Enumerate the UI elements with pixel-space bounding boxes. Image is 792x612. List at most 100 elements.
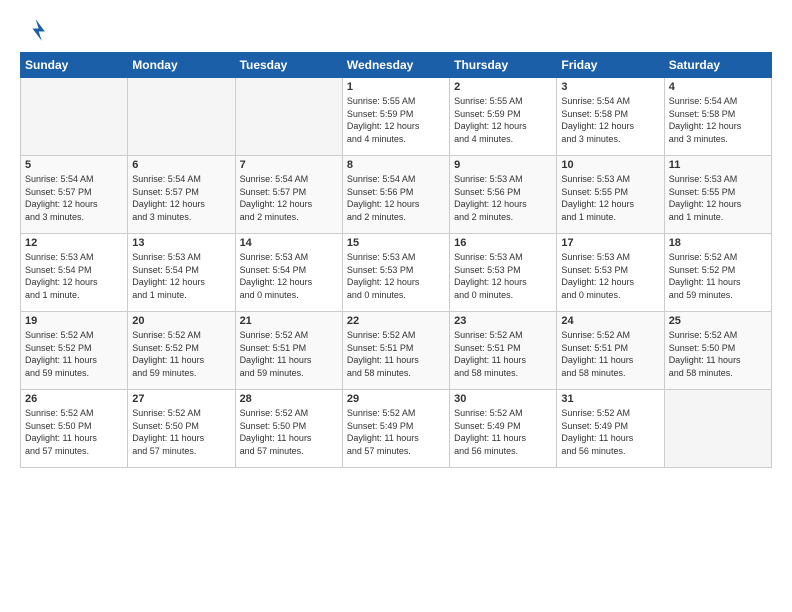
day-info: Sunrise: 5:54 AM Sunset: 5:57 PM Dayligh… — [132, 173, 230, 223]
day-info: Sunrise: 5:52 AM Sunset: 5:52 PM Dayligh… — [669, 251, 767, 301]
calendar-cell: 5 Sunrise: 5:54 AM Sunset: 5:57 PM Daylig… — [21, 156, 128, 234]
day-number: 20 — [132, 315, 230, 327]
day-info: Sunrise: 5:52 AM Sunset: 5:50 PM Dayligh… — [669, 329, 767, 379]
day-info: Sunrise: 5:53 AM Sunset: 5:54 PM Dayligh… — [240, 251, 338, 301]
day-number: 4 — [669, 81, 767, 93]
day-number: 26 — [25, 393, 123, 405]
weekday-header-saturday: Saturday — [664, 53, 771, 78]
day-number: 13 — [132, 237, 230, 249]
day-number: 7 — [240, 159, 338, 171]
day-info: Sunrise: 5:52 AM Sunset: 5:52 PM Dayligh… — [132, 329, 230, 379]
calendar-cell: 22 Sunrise: 5:52 AM Sunset: 5:51 PM Dayli… — [342, 312, 449, 390]
day-info: Sunrise: 5:55 AM Sunset: 5:59 PM Dayligh… — [347, 95, 445, 145]
header — [20, 16, 772, 44]
day-number: 3 — [561, 81, 659, 93]
calendar-cell: 21Sunrise: 5:52 AM Sunset: 5:51 PM Dayli… — [235, 312, 342, 390]
day-info: Sunrise: 5:55 AM Sunset: 5:59 PM Dayligh… — [454, 95, 552, 145]
weekday-header-tuesday: Tuesday — [235, 53, 342, 78]
day-info: Sunrise: 5:53 AM Sunset: 5:54 PM Dayligh… — [132, 251, 230, 301]
calendar-cell — [235, 78, 342, 156]
day-info: Sunrise: 5:53 AM Sunset: 5:53 PM Dayligh… — [347, 251, 445, 301]
calendar-cell: 6 Sunrise: 5:54 AM Sunset: 5:57 PM Daylig… — [128, 156, 235, 234]
day-number: 22 — [347, 315, 445, 327]
calendar-cell: 31 Sunrise: 5:52 AM Sunset: 5:49 PM Dayli… — [557, 390, 664, 468]
day-info: Sunrise: 5:52 AM Sunset: 5:49 PM Dayligh… — [561, 407, 659, 457]
calendar-cell: 20 Sunrise: 5:52 AM Sunset: 5:52 PM Dayli… — [128, 312, 235, 390]
calendar-cell: 1 Sunrise: 5:55 AM Sunset: 5:59 PM Daylig… — [342, 78, 449, 156]
day-info: Sunrise: 5:52 AM Sunset: 5:51 PM Dayligh… — [561, 329, 659, 379]
calendar-cell: 4 Sunrise: 5:54 AM Sunset: 5:58 PM Daylig… — [664, 78, 771, 156]
day-info: Sunrise: 5:52 AM Sunset: 5:49 PM Dayligh… — [347, 407, 445, 457]
day-number: 24 — [561, 315, 659, 327]
weekday-header-row: SundayMondayTuesdayWednesdayThursdayFrid… — [21, 53, 772, 78]
day-number: 12 — [25, 237, 123, 249]
calendar-cell: 26 Sunrise: 5:52 AM Sunset: 5:50 PM Dayli… — [21, 390, 128, 468]
calendar-cell: 18 Sunrise: 5:52 AM Sunset: 5:52 PM Dayli… — [664, 234, 771, 312]
calendar-cell: 17Sunrise: 5:53 AM Sunset: 5:53 PM Dayli… — [557, 234, 664, 312]
week-row-1: 1 Sunrise: 5:55 AM Sunset: 5:59 PM Daylig… — [21, 78, 772, 156]
weekday-header-thursday: Thursday — [450, 53, 557, 78]
week-row-5: 26 Sunrise: 5:52 AM Sunset: 5:50 PM Dayli… — [21, 390, 772, 468]
day-number: 27 — [132, 393, 230, 405]
day-number: 14 — [240, 237, 338, 249]
calendar-cell: 13 Sunrise: 5:53 AM Sunset: 5:54 PM Dayli… — [128, 234, 235, 312]
day-number: 30 — [454, 393, 552, 405]
calendar-cell: 14 Sunrise: 5:53 AM Sunset: 5:54 PM Dayli… — [235, 234, 342, 312]
calendar-cell: 28Sunrise: 5:52 AM Sunset: 5:50 PM Dayli… — [235, 390, 342, 468]
logo — [20, 16, 52, 44]
day-info: Sunrise: 5:53 AM Sunset: 5:53 PM Dayligh… — [454, 251, 552, 301]
day-info: Sunrise: 5:54 AM Sunset: 5:56 PM Dayligh… — [347, 173, 445, 223]
weekday-header-friday: Friday — [557, 53, 664, 78]
calendar-cell: 19 Sunrise: 5:52 AM Sunset: 5:52 PM Dayli… — [21, 312, 128, 390]
day-info: Sunrise: 5:53 AM Sunset: 5:55 PM Dayligh… — [669, 173, 767, 223]
page: SundayMondayTuesdayWednesdayThursdayFrid… — [0, 0, 792, 612]
calendar-cell — [128, 78, 235, 156]
day-number: 2 — [454, 81, 552, 93]
calendar: SundayMondayTuesdayWednesdayThursdayFrid… — [20, 52, 772, 468]
day-number: 16 — [454, 237, 552, 249]
day-number: 23 — [454, 315, 552, 327]
calendar-cell: 2 Sunrise: 5:55 AM Sunset: 5:59 PM Daylig… — [450, 78, 557, 156]
calendar-cell: 9 Sunrise: 5:53 AM Sunset: 5:56 PM Daylig… — [450, 156, 557, 234]
calendar-cell: 15Sunrise: 5:53 AM Sunset: 5:53 PM Dayli… — [342, 234, 449, 312]
day-info: Sunrise: 5:54 AM Sunset: 5:58 PM Dayligh… — [669, 95, 767, 145]
calendar-cell: 29 Sunrise: 5:52 AM Sunset: 5:49 PM Dayli… — [342, 390, 449, 468]
calendar-cell: 12Sunrise: 5:53 AM Sunset: 5:54 PM Dayli… — [21, 234, 128, 312]
calendar-cell: 16 Sunrise: 5:53 AM Sunset: 5:53 PM Dayli… — [450, 234, 557, 312]
week-row-2: 5 Sunrise: 5:54 AM Sunset: 5:57 PM Daylig… — [21, 156, 772, 234]
calendar-cell: 11 Sunrise: 5:53 AM Sunset: 5:55 PM Dayli… — [664, 156, 771, 234]
day-number: 11 — [669, 159, 767, 171]
day-info: Sunrise: 5:52 AM Sunset: 5:50 PM Dayligh… — [132, 407, 230, 457]
day-number: 18 — [669, 237, 767, 249]
calendar-cell: 27 Sunrise: 5:52 AM Sunset: 5:50 PM Dayli… — [128, 390, 235, 468]
day-info: Sunrise: 5:52 AM Sunset: 5:49 PM Dayligh… — [454, 407, 552, 457]
weekday-header-sunday: Sunday — [21, 53, 128, 78]
weekday-header-monday: Monday — [128, 53, 235, 78]
calendar-cell: 30 Sunrise: 5:52 AM Sunset: 5:49 PM Dayli… — [450, 390, 557, 468]
day-info: Sunrise: 5:53 AM Sunset: 5:55 PM Dayligh… — [561, 173, 659, 223]
day-number: 8 — [347, 159, 445, 171]
day-number: 5 — [25, 159, 123, 171]
day-info: Sunrise: 5:54 AM Sunset: 5:58 PM Dayligh… — [561, 95, 659, 145]
day-info: Sunrise: 5:53 AM Sunset: 5:56 PM Dayligh… — [454, 173, 552, 223]
weekday-header-wednesday: Wednesday — [342, 53, 449, 78]
day-number: 29 — [347, 393, 445, 405]
day-info: Sunrise: 5:54 AM Sunset: 5:57 PM Dayligh… — [240, 173, 338, 223]
day-number: 28 — [240, 393, 338, 405]
day-info: Sunrise: 5:52 AM Sunset: 5:51 PM Dayligh… — [347, 329, 445, 379]
day-number: 6 — [132, 159, 230, 171]
day-info: Sunrise: 5:54 AM Sunset: 5:57 PM Dayligh… — [25, 173, 123, 223]
day-info: Sunrise: 5:52 AM Sunset: 5:50 PM Dayligh… — [25, 407, 123, 457]
day-number: 19 — [25, 315, 123, 327]
calendar-cell — [21, 78, 128, 156]
calendar-cell: 3 Sunrise: 5:54 AM Sunset: 5:58 PM Daylig… — [557, 78, 664, 156]
week-row-4: 19 Sunrise: 5:52 AM Sunset: 5:52 PM Dayli… — [21, 312, 772, 390]
day-info: Sunrise: 5:52 AM Sunset: 5:52 PM Dayligh… — [25, 329, 123, 379]
day-number: 17 — [561, 237, 659, 249]
day-number: 1 — [347, 81, 445, 93]
day-info: Sunrise: 5:52 AM Sunset: 5:51 PM Dayligh… — [454, 329, 552, 379]
day-number: 9 — [454, 159, 552, 171]
calendar-cell: 7 Sunrise: 5:54 AM Sunset: 5:57 PM Daylig… — [235, 156, 342, 234]
day-number: 31 — [561, 393, 659, 405]
calendar-cell: 24 Sunrise: 5:52 AM Sunset: 5:51 PM Dayli… — [557, 312, 664, 390]
